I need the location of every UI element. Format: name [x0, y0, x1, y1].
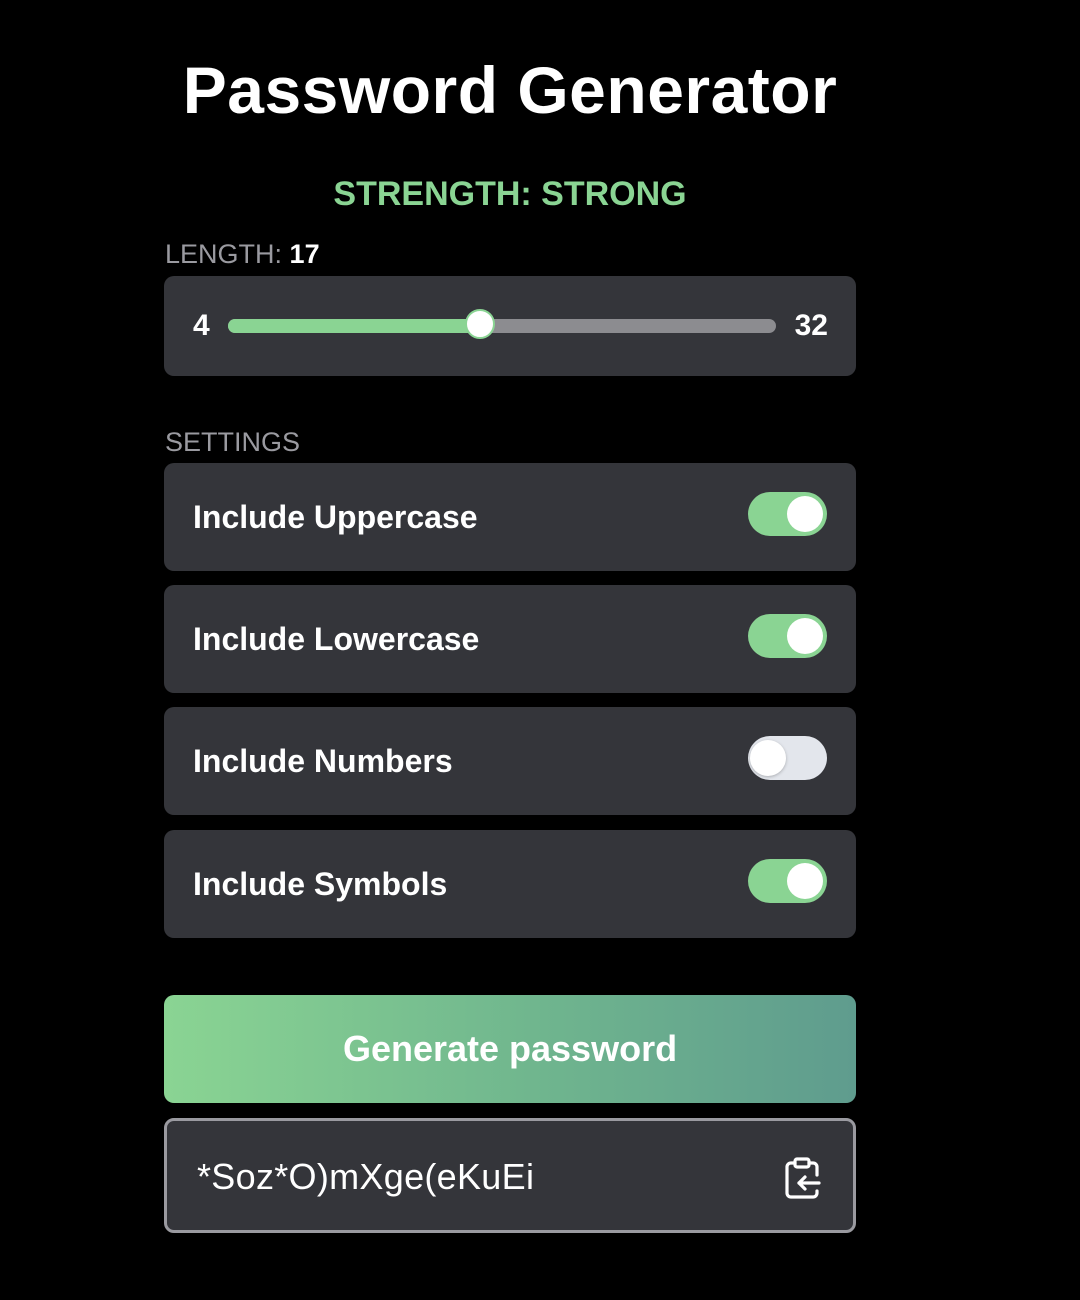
generate-password-button[interactable]: Generate password: [164, 995, 856, 1103]
password-output: *Soz*O)mXge(eKuEi: [164, 1118, 856, 1233]
length-label: LENGTH: 17: [165, 236, 320, 272]
slider-thumb[interactable]: [465, 309, 495, 339]
setting-label: Include Symbols: [193, 866, 448, 902]
length-value: 17: [289, 239, 320, 269]
setting-label: Include Numbers: [193, 743, 453, 779]
numbers-toggle[interactable]: [748, 736, 827, 780]
slider-min-value: 4: [193, 309, 210, 342]
setting-label: Include Lowercase: [193, 621, 480, 657]
toggle-knob: [787, 618, 823, 654]
password-generator-app: Password Generator STRENGTH: STRONG LENG…: [0, 0, 1080, 1300]
lowercase-toggle[interactable]: [748, 614, 827, 658]
toggle-knob: [787, 863, 823, 899]
generated-password[interactable]: *Soz*O)mXge(eKuEi: [197, 1155, 534, 1199]
page-title: Password Generator: [182, 53, 838, 127]
slider-fill: [228, 319, 482, 333]
length-label-text: LENGTH:: [165, 239, 283, 269]
setting-lowercase: Include Lowercase: [164, 585, 856, 693]
symbols-toggle[interactable]: [748, 859, 827, 903]
toggle-knob: [787, 496, 823, 532]
strength-indicator: STRENGTH: STRONG: [333, 175, 687, 213]
length-slider-panel: 4 32: [164, 276, 856, 376]
setting-numbers: Include Numbers: [164, 707, 856, 815]
uppercase-toggle[interactable]: [748, 492, 827, 536]
toggle-knob: [750, 740, 786, 776]
setting-uppercase: Include Uppercase: [164, 463, 856, 571]
setting-label: Include Uppercase: [193, 499, 478, 535]
setting-symbols: Include Symbols: [164, 830, 856, 938]
length-slider[interactable]: [228, 309, 776, 339]
settings-label: SETTINGS: [165, 427, 301, 457]
slider-max-value: 32: [794, 309, 828, 342]
clipboard-copy-icon[interactable]: [781, 1155, 825, 1201]
